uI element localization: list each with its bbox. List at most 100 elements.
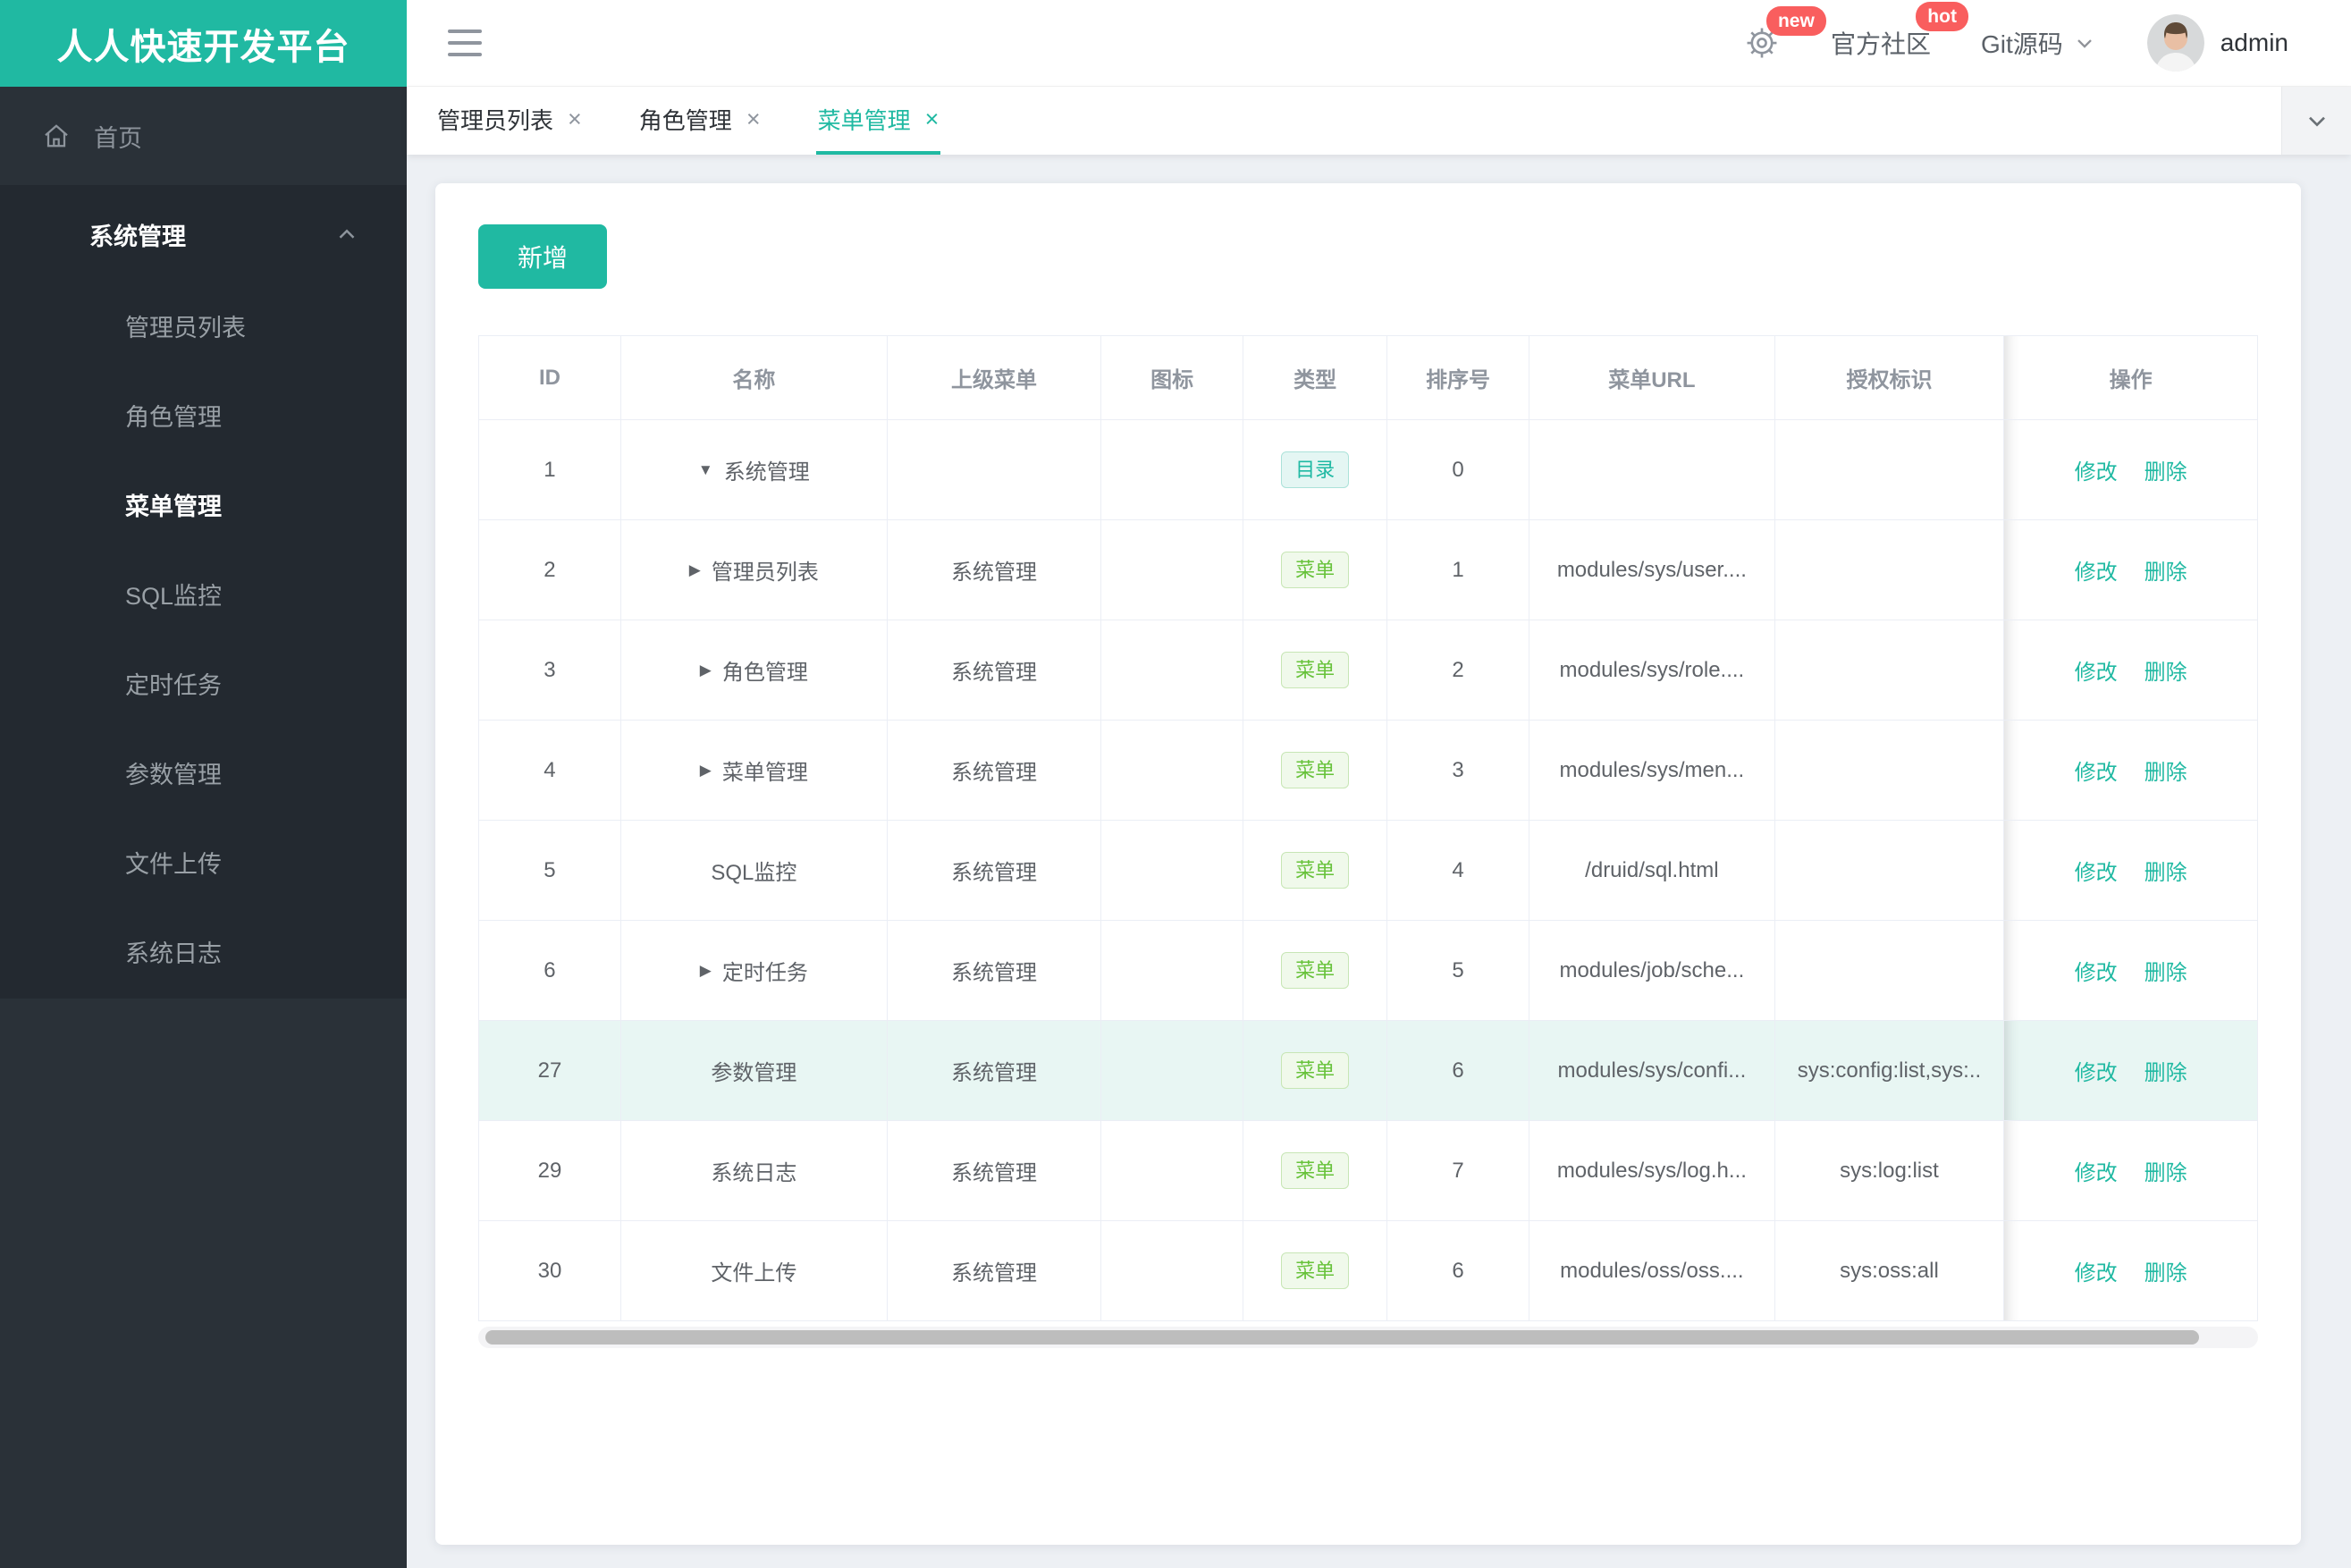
cell-url: modules/sys/men... <box>1529 720 1775 821</box>
cell-icon <box>1100 1120 1244 1221</box>
column-header-order: 排序号 <box>1386 335 1530 420</box>
sidebar-nav: 首页 系统管理 管理员列表 角色管理 菜单管理 SQL监控 定时任务 参数管理 文件上传 系统… <box>0 87 407 1568</box>
hot-badge: hot <box>1916 2 1968 32</box>
tab[interactable]: 菜单管理 × <box>815 87 941 155</box>
settings-button[interactable]: new <box>1743 6 1826 62</box>
cell-id: 3 <box>478 620 621 721</box>
expand-arrow-icon[interactable]: ▶ <box>689 561 701 579</box>
community-label: 官方社区 <box>1830 30 1931 58</box>
cell-icon <box>1100 1020 1244 1121</box>
sidebar-item[interactable]: 菜单管理 <box>0 462 407 552</box>
cell-perms: sys:oss:all <box>1774 1220 2005 1321</box>
expand-arrow-icon[interactable]: ▶ <box>700 962 712 980</box>
type-badge: 菜单 <box>1281 551 1350 589</box>
cell-type: 菜单 <box>1243 1020 1388 1121</box>
cell-url: /druid/sql.html <box>1529 820 1775 921</box>
type-badge: 菜单 <box>1281 1051 1350 1090</box>
tab-close-icon[interactable]: × <box>746 106 761 131</box>
tab-close-icon[interactable]: × <box>568 106 582 131</box>
edit-link[interactable]: 修改 <box>2075 1161 2118 1185</box>
delete-link[interactable]: 删除 <box>2145 1161 2187 1185</box>
sidebar-item-home[interactable]: 首页 <box>0 87 407 185</box>
cell-perms: sys:log:list <box>1774 1120 2005 1221</box>
edit-link[interactable]: 修改 <box>2075 661 2118 685</box>
community-link[interactable]: 官方社区 hot <box>1830 2 1968 61</box>
cell-actions: 修改 删除 <box>2003 1120 2258 1221</box>
add-button[interactable]: 新增 <box>478 224 608 289</box>
cell-actions: 修改 删除 <box>2003 1220 2258 1321</box>
cell-icon <box>1100 519 1244 620</box>
sidebar-item[interactable]: 定时任务 <box>0 641 407 730</box>
cell-perms <box>1774 419 2005 520</box>
sidebar-item[interactable]: 参数管理 <box>0 730 407 820</box>
git-source-dropdown[interactable]: Git源码 <box>1981 25 2097 61</box>
horizontal-scrollbar-thumb[interactable] <box>485 1330 2200 1345</box>
delete-link[interactable]: 删除 <box>2145 1061 2187 1085</box>
tab-close-icon[interactable]: × <box>925 106 940 131</box>
tab-list: 管理员列表 × 角色管理 × 菜单管理 × <box>435 87 994 155</box>
sidebar-item[interactable]: 管理员列表 <box>0 283 407 373</box>
sidebar-item[interactable]: 角色管理 <box>0 373 407 462</box>
type-badge: 菜单 <box>1281 851 1350 889</box>
sidebar-item[interactable]: 文件上传 <box>0 820 407 909</box>
cell-order: 4 <box>1386 820 1530 921</box>
tab[interactable]: 角色管理 × <box>637 87 763 155</box>
delete-link[interactable]: 删除 <box>2145 661 2187 685</box>
cell-url: modules/sys/log.h... <box>1529 1120 1775 1221</box>
cell-perms: sys:config:list,sys:.. <box>1774 1020 2005 1121</box>
cell-order: 7 <box>1386 1120 1530 1221</box>
cell-order: 5 <box>1386 920 1530 1021</box>
cell-icon <box>1100 1220 1244 1321</box>
menu-name: SQL监控 <box>711 861 797 885</box>
cell-icon <box>1100 419 1244 520</box>
delete-link[interactable]: 删除 <box>2145 761 2187 785</box>
expand-arrow-icon[interactable]: ▶ <box>700 662 712 679</box>
edit-link[interactable]: 修改 <box>2075 1061 2118 1085</box>
edit-link[interactable]: 修改 <box>2075 761 2118 785</box>
table-row: 27 参数管理 系统管理 菜单 6 modules/sys/confi... sys:con… <box>478 1020 2258 1121</box>
edit-link[interactable]: 修改 <box>2075 961 2118 985</box>
cell-url <box>1529 419 1775 520</box>
delete-link[interactable]: 删除 <box>2145 1261 2187 1286</box>
expand-arrow-icon[interactable]: ▶ <box>700 762 712 780</box>
sidebar-item[interactable]: SQL监控 <box>0 552 407 641</box>
type-badge: 菜单 <box>1281 951 1350 990</box>
cell-name: 系统日志 <box>619 1120 888 1221</box>
cell-url: modules/sys/confi... <box>1529 1020 1775 1121</box>
edit-link[interactable]: 修改 <box>2075 861 2118 885</box>
sidebar-group-title[interactable]: 系统管理 <box>0 185 407 283</box>
chevron-up-icon <box>333 221 360 248</box>
edit-link[interactable]: 修改 <box>2075 460 2118 485</box>
table-row: 4 ▶ 菜单管理 系统管理 菜单 3 modules/sys/men... 修改 删除 <box>478 720 2258 821</box>
cell-actions: 修改 删除 <box>2003 620 2258 721</box>
app-logo: 人人快速开发平台 <box>0 0 407 87</box>
cell-name: 参数管理 <box>619 1020 888 1121</box>
menu-name: 参数管理 <box>711 1061 797 1085</box>
user-menu[interactable]: admin <box>2146 14 2288 72</box>
delete-link[interactable]: 删除 <box>2145 460 2187 485</box>
tab[interactable]: 管理员列表 × <box>435 87 584 155</box>
menu-name: 文件上传 <box>711 1261 797 1286</box>
collapse-arrow-icon[interactable]: ▼ <box>698 461 713 479</box>
new-badge: new <box>1765 6 1826 37</box>
cell-parent <box>886 419 1102 520</box>
delete-link[interactable]: 删除 <box>2145 961 2187 985</box>
delete-link[interactable]: 删除 <box>2145 561 2187 585</box>
cell-actions: 修改 删除 <box>2003 920 2258 1021</box>
edit-link[interactable]: 修改 <box>2075 561 2118 585</box>
cell-url: modules/oss/oss.... <box>1529 1220 1775 1321</box>
sidebar-toggle-icon[interactable] <box>446 24 484 62</box>
edit-link[interactable]: 修改 <box>2075 1261 2118 1286</box>
topbar-actions: new 官方社区 hot Git源码 admin <box>1743 2 2288 72</box>
topbar: new 官方社区 hot Git源码 admin <box>407 0 2351 87</box>
sidebar-item[interactable]: 系统日志 <box>0 909 407 999</box>
cell-parent: 系统管理 <box>886 820 1102 921</box>
table-row: 3 ▶ 角色管理 系统管理 菜单 2 modules/sys/role.... 修改 删除 <box>478 620 2258 721</box>
delete-link[interactable]: 删除 <box>2145 861 2187 885</box>
column-header-perms: 授权标识 <box>1774 335 2005 420</box>
tab-overflow-button[interactable] <box>2281 87 2351 155</box>
tab-label: 菜单管理 <box>817 106 911 134</box>
menu-table-body: 1 ▼ 系统管理 目录 0 修改 删除 2 ▶ 管理员列表 系统管理 菜单 1 modules/sys/u… <box>478 419 2258 1321</box>
cell-perms <box>1774 620 2005 721</box>
type-badge: 菜单 <box>1281 751 1350 789</box>
